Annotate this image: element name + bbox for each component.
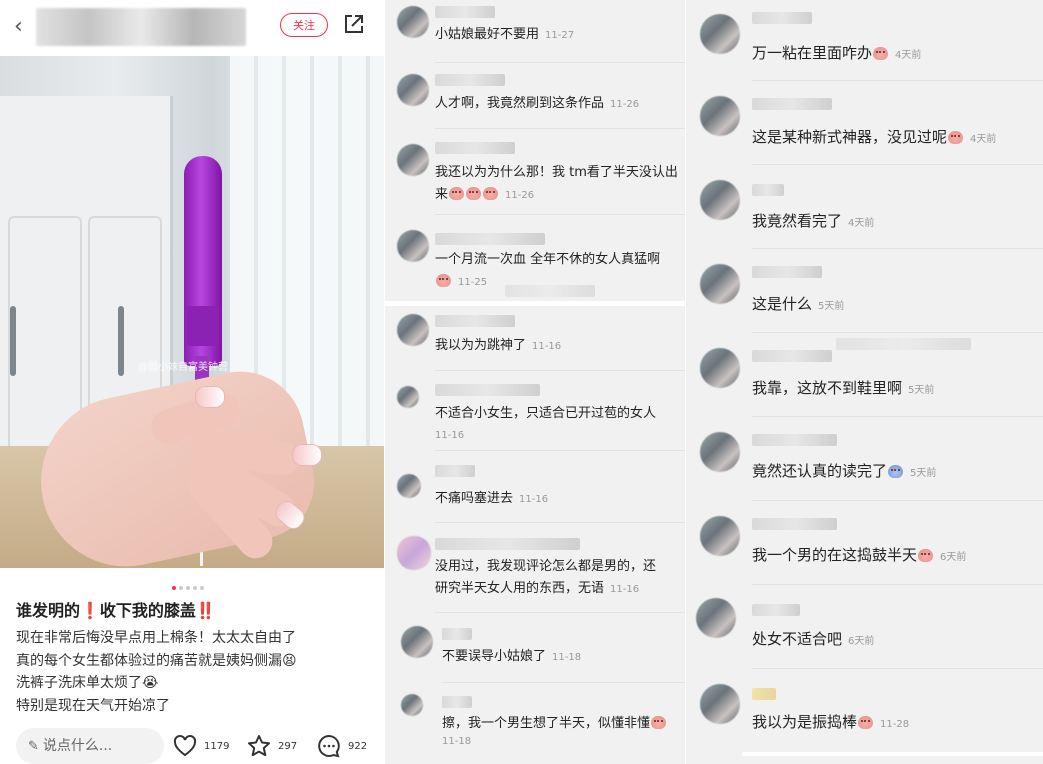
emoji-icon	[466, 187, 482, 200]
star-icon	[248, 735, 270, 757]
avatar[interactable]	[397, 386, 419, 408]
username-blurred[interactable]	[435, 142, 515, 154]
comment-text: 竟然还认真的读完了 5天前	[752, 462, 937, 480]
post-panel: ‹ 关注 @圆小妹自富美钟营 谁发明的❗收下我的膝盖‼️ 现在非常后悔没早点用上…	[0, 0, 384, 764]
avatar[interactable]	[696, 598, 736, 638]
emoji-icon	[483, 187, 499, 200]
follow-button[interactable]: 关注	[280, 13, 328, 37]
avatar[interactable]	[401, 626, 433, 658]
comments-panel-left: 小姑娘最好不要用 11-27 人才啊，我竟然刷到这条作品 11-26 我还以为为什么…	[385, 0, 685, 764]
username-blurred[interactable]	[435, 384, 540, 396]
username-blurred[interactable]	[752, 184, 784, 196]
image-watermark: @圆小妹自富美钟营	[138, 362, 228, 373]
emoji-icon	[873, 47, 889, 60]
emoji-icon	[651, 716, 667, 729]
username-blurred[interactable]	[442, 696, 472, 708]
comment-text: 我一个男的在这捣鼓半天 6天前	[752, 546, 967, 564]
comment-text: 擦，我一个男生想了半天，似懂非懂 11-18	[442, 713, 682, 753]
post-body-line: 洗裤子洗床单太烦了😭	[16, 675, 159, 691]
comment-text: 不适合小女生，只适合已开过苞的女人 11-16	[435, 406, 657, 441]
comment-text: 这是某种新式神器，没见过呢 4天前	[752, 128, 997, 146]
post-header: ‹ 关注	[0, 0, 384, 52]
comment-text: 不痛吗塞进去 11-16	[435, 491, 549, 506]
username-blurred[interactable]	[752, 604, 800, 616]
like-button[interactable]: 1179	[172, 734, 229, 758]
avatar[interactable]	[700, 684, 740, 724]
comment-text: 这是什么 5天前	[752, 295, 845, 313]
username-blurred[interactable]	[752, 518, 837, 530]
username-blurred[interactable]	[435, 538, 580, 550]
back-icon[interactable]: ‹	[14, 14, 23, 39]
username-blurred[interactable]	[435, 315, 515, 327]
emoji-icon	[918, 549, 934, 562]
comment-text: 小姑娘最好不要用 11-27	[435, 27, 575, 42]
post-body-line: 特别是现在天气开始凉了	[16, 697, 170, 714]
username-blurred[interactable]	[435, 233, 545, 245]
favorite-count: 297	[278, 740, 298, 752]
favorite-button[interactable]: 297	[246, 734, 297, 758]
avatar[interactable]	[397, 536, 431, 570]
emoji-icon	[948, 131, 964, 144]
comment-text: 没用过，我发现评论怎么都是男的，还 研究半天女人用的东西，无语 11-16	[435, 559, 657, 596]
like-count: 1179	[204, 740, 230, 752]
avatar[interactable]	[401, 694, 423, 716]
post-body-line: 现在非常后悔没早点用上棉条！太太太自由了	[16, 630, 296, 646]
pen-icon: ✎	[28, 739, 39, 754]
username-blurred[interactable]	[435, 6, 495, 18]
emoji-icon	[436, 274, 451, 287]
avatar[interactable]	[397, 6, 429, 38]
post-image[interactable]: @圆小妹自富美钟营	[0, 56, 384, 568]
comment-input[interactable]: ✎ 说点什么...	[16, 728, 164, 764]
username-blurred[interactable]	[752, 266, 822, 278]
avatar[interactable]	[700, 180, 740, 220]
avatar[interactable]	[700, 348, 740, 388]
emoji-icon	[888, 465, 904, 478]
username-blurred[interactable]	[752, 434, 837, 446]
username-blurred[interactable]	[442, 628, 472, 640]
heart-icon	[173, 734, 197, 757]
comment-text: 万一粘在里面咋办 4天前	[752, 44, 922, 62]
username-blurred[interactable]	[752, 12, 812, 24]
action-bar: ✎ 说点什么... 1179 297 922	[0, 726, 384, 764]
post-body-line: 真的每个女生都体验过的痛苦就是姨妈侧漏😫	[16, 652, 297, 669]
avatar[interactable]	[700, 14, 740, 54]
comment-text: 我竟然看完了 4天前	[752, 212, 875, 230]
avatar[interactable]	[700, 264, 740, 304]
comment-count: 922	[348, 740, 368, 752]
avatar[interactable]	[397, 314, 429, 346]
avatar[interactable]	[700, 516, 740, 556]
comment-bubble-icon	[318, 734, 340, 758]
username-blurred[interactable]	[435, 74, 505, 86]
username-blurred[interactable]	[435, 465, 475, 477]
comment-button[interactable]: 922	[316, 734, 367, 758]
username-blurred[interactable]	[752, 350, 832, 362]
post-title: 谁发明的❗收下我的膝盖‼️	[16, 601, 216, 620]
avatar[interactable]	[397, 474, 421, 498]
comment-text: 人才啊，我竟然刷到这条作品 11-26	[435, 96, 640, 111]
emoji-icon	[858, 716, 874, 729]
comment-text: 处女不适合吧 6天前	[752, 630, 875, 648]
author-info-blurred[interactable]	[36, 8, 246, 46]
comment-text: 我以为为跳神了 11-16	[435, 338, 562, 353]
avatar[interactable]	[397, 74, 429, 106]
username-blurred[interactable]	[752, 688, 776, 700]
avatar[interactable]	[397, 230, 429, 262]
comments-panel-right: 万一粘在里面咋办 4天前 这是某种新式神器，没见过呢 4天前 我竟然看完了 4天前 这…	[686, 0, 1043, 764]
username-blurred[interactable]	[752, 98, 832, 110]
emoji-icon	[449, 187, 465, 200]
carousel-indicator	[172, 575, 207, 594]
comment-text: 我还以为为什么那！我 tm看了半天没认出来 11-26	[435, 165, 678, 202]
comment-text: 我靠，这放不到鞋里啊 5天前	[752, 379, 935, 397]
avatar[interactable]	[700, 432, 740, 472]
avatar[interactable]	[700, 96, 740, 136]
comment-text: 不要误导小姑娘了 11-18	[442, 649, 582, 664]
share-icon[interactable]	[343, 13, 365, 35]
avatar[interactable]	[397, 144, 429, 176]
screenshot-divider	[385, 301, 685, 306]
post-body: 现在非常后悔没早点用上棉条！太太太自由了 真的每个女生都体验过的痛苦就是姨妈侧漏…	[16, 627, 376, 717]
comment-text: 我以为是振捣棒 11-28	[752, 713, 910, 731]
